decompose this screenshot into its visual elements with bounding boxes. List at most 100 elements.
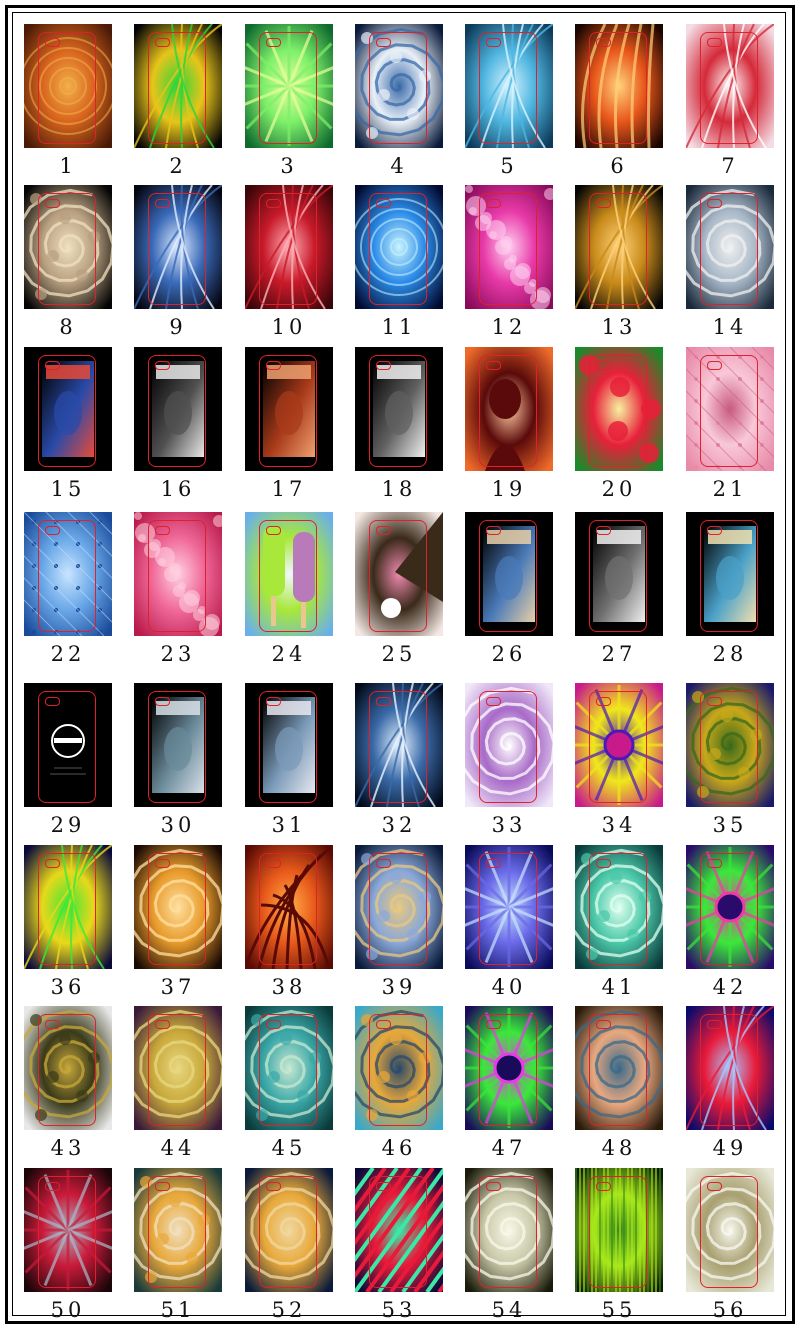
design-cell[interactable]: 13 — [575, 185, 663, 345]
design-thumbnail — [575, 24, 663, 148]
phone-outline-icon — [148, 355, 206, 467]
design-thumbnail — [134, 1006, 222, 1130]
design-cell[interactable]: 21 — [686, 347, 774, 507]
phone-outline-icon — [259, 1014, 317, 1126]
design-cell[interactable]: 35 — [686, 683, 774, 843]
phone-outline-icon — [369, 1014, 427, 1126]
design-cell[interactable]: 23 — [134, 512, 222, 672]
phone-outline-icon — [369, 853, 427, 965]
design-cell[interactable]: 26 — [465, 512, 553, 672]
design-cell[interactable]: 16 — [134, 347, 222, 507]
design-cell[interactable]: 39 — [355, 845, 443, 1005]
design-thumbnail — [355, 845, 443, 969]
design-cell[interactable]: 17 — [245, 347, 333, 507]
design-number: 49 — [712, 1136, 748, 1160]
design-cell[interactable]: 15 — [24, 347, 112, 507]
design-cell[interactable]: 9 — [134, 185, 222, 345]
phone-outline-icon — [259, 193, 317, 305]
design-cell[interactable]: 22 — [24, 512, 112, 672]
design-thumbnail — [355, 185, 443, 309]
design-cell[interactable]: 47 — [465, 1006, 553, 1166]
design-thumbnail — [465, 185, 553, 309]
design-cell[interactable]: 27 — [575, 512, 663, 672]
design-cell[interactable]: 7 — [686, 24, 774, 184]
design-thumbnail — [465, 1168, 553, 1292]
design-cell[interactable]: 33 — [465, 683, 553, 843]
design-cell[interactable]: 3 — [245, 24, 333, 184]
design-thumbnail — [465, 683, 553, 807]
phone-outline-icon — [148, 520, 206, 632]
design-number: 42 — [712, 975, 748, 999]
design-cell[interactable]: 18 — [355, 347, 443, 507]
design-number: 33 — [491, 813, 527, 837]
design-cell[interactable]: 12 — [465, 185, 553, 345]
design-cell[interactable]: 49 — [686, 1006, 774, 1166]
phone-outline-icon — [700, 1176, 758, 1288]
design-cell[interactable]: 24 — [245, 512, 333, 672]
design-cell[interactable]: 54 — [465, 1168, 553, 1328]
design-cell[interactable]: 55 — [575, 1168, 663, 1328]
design-cell[interactable]: 32 — [355, 683, 443, 843]
design-number: 17 — [271, 477, 307, 501]
design-cell[interactable]: 56 — [686, 1168, 774, 1328]
phone-outline-icon — [479, 853, 537, 965]
design-thumbnail — [245, 185, 333, 309]
design-cell[interactable]: 2 — [134, 24, 222, 184]
design-cell[interactable]: 11 — [355, 185, 443, 345]
design-cell[interactable]: 19 — [465, 347, 553, 507]
design-number: 48 — [601, 1136, 637, 1160]
design-thumbnail — [24, 683, 112, 807]
design-cell[interactable]: 52 — [245, 1168, 333, 1328]
design-cell[interactable]: 14 — [686, 185, 774, 345]
design-cell[interactable]: 44 — [134, 1006, 222, 1166]
design-number: 8 — [59, 315, 77, 339]
design-cell[interactable]: 38 — [245, 845, 333, 1005]
design-number: 23 — [160, 642, 196, 666]
design-cell[interactable]: 46 — [355, 1006, 443, 1166]
design-thumbnail — [686, 1006, 774, 1130]
design-thumbnail — [355, 1006, 443, 1130]
design-cell[interactable]: 20 — [575, 347, 663, 507]
design-cell[interactable]: 29 — [24, 683, 112, 843]
design-number: 37 — [160, 975, 196, 999]
phone-outline-icon — [38, 853, 96, 965]
design-cell[interactable]: 30 — [134, 683, 222, 843]
design-cell[interactable]: 48 — [575, 1006, 663, 1166]
design-cell[interactable]: 1 — [24, 24, 112, 184]
phone-outline-icon — [479, 691, 537, 803]
design-cell[interactable]: 40 — [465, 845, 553, 1005]
design-cell[interactable]: 41 — [575, 845, 663, 1005]
design-cell[interactable]: 31 — [245, 683, 333, 843]
phone-outline-icon — [589, 1176, 647, 1288]
design-number: 19 — [491, 477, 527, 501]
design-cell[interactable]: 53 — [355, 1168, 443, 1328]
design-cell[interactable]: 28 — [686, 512, 774, 672]
design-cell[interactable]: 4 — [355, 24, 443, 184]
design-number: 36 — [50, 975, 86, 999]
design-cell[interactable]: 8 — [24, 185, 112, 345]
design-cell[interactable]: 25 — [355, 512, 443, 672]
design-cell[interactable]: 36 — [24, 845, 112, 1005]
design-thumbnail — [686, 185, 774, 309]
design-thumbnail — [245, 1006, 333, 1130]
design-cell[interactable]: 50 — [24, 1168, 112, 1328]
design-thumbnail — [24, 1168, 112, 1292]
design-number: 53 — [381, 1298, 417, 1322]
design-thumbnail — [575, 347, 663, 471]
phone-outline-icon — [259, 853, 317, 965]
design-cell[interactable]: 45 — [245, 1006, 333, 1166]
design-cell[interactable]: 37 — [134, 845, 222, 1005]
design-number: 12 — [491, 315, 527, 339]
design-cell[interactable]: 5 — [465, 24, 553, 184]
design-thumbnail — [245, 683, 333, 807]
design-cell[interactable]: 6 — [575, 24, 663, 184]
design-cell[interactable]: 34 — [575, 683, 663, 843]
design-thumbnail — [245, 1168, 333, 1292]
design-cell[interactable]: 42 — [686, 845, 774, 1005]
phone-outline-icon — [38, 1014, 96, 1126]
design-cell[interactable]: 51 — [134, 1168, 222, 1328]
design-thumbnail — [24, 24, 112, 148]
design-cell[interactable]: 10 — [245, 185, 333, 345]
design-cell[interactable]: 43 — [24, 1006, 112, 1166]
phone-outline-icon — [369, 355, 427, 467]
